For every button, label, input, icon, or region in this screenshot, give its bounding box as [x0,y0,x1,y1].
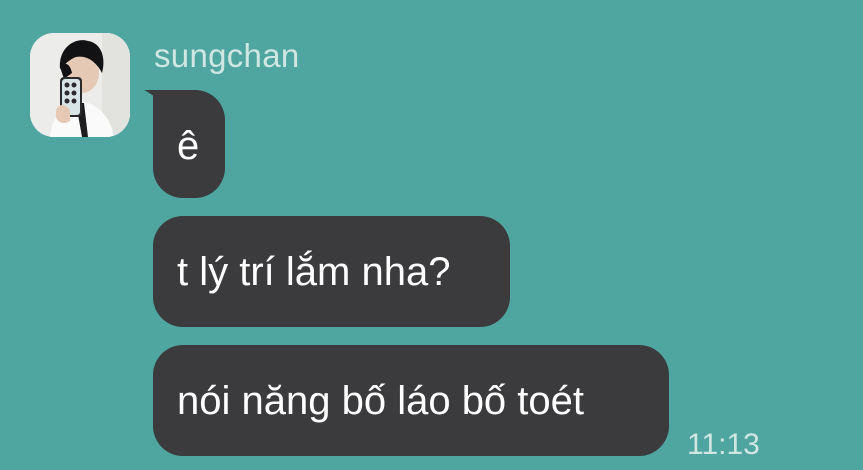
chat-conversation: sungchan ê t lý trí lắm nha? nói năng bố… [0,0,863,470]
message-text: t lý trí lắm nha? [177,250,451,294]
message-timestamp: 11:13 [687,428,760,461]
message-bubble[interactable]: ê [144,90,225,198]
avatar-photo [30,33,130,137]
message-text: ê [177,124,200,168]
avatar[interactable] [30,33,130,137]
sender-name: sungchan [154,37,300,74]
bubble-tail-icon [144,90,164,112]
message-bubble[interactable]: nói năng bố láo bố toét [153,345,669,456]
message-text: nói năng bố láo bố toét [177,379,585,423]
message-bubble[interactable]: t lý trí lắm nha? [153,216,510,327]
